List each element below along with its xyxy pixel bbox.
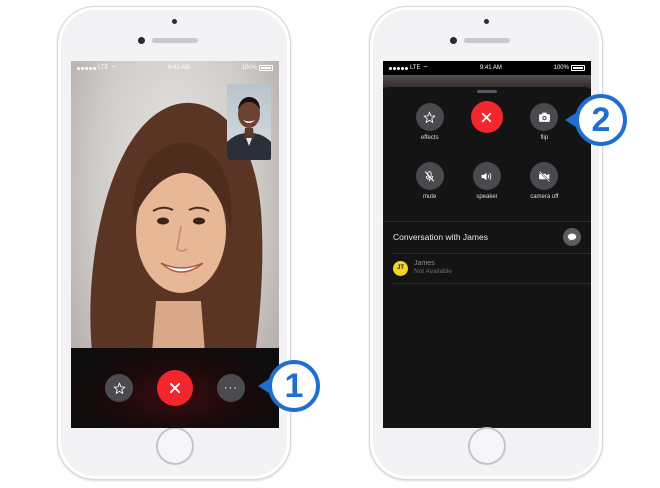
home-button[interactable] bbox=[156, 427, 194, 465]
phone-right: LTE ⌔ 9:41 AM 100% effects flip mute spe… bbox=[369, 6, 603, 480]
callout-badge-1: 1 bbox=[258, 360, 320, 412]
flip-camera-button[interactable] bbox=[530, 103, 559, 131]
avatar: JT bbox=[393, 260, 408, 276]
flip-label: flip bbox=[540, 135, 549, 141]
star-effects-icon bbox=[113, 382, 125, 394]
wifi-icon: ⌔ bbox=[422, 66, 429, 72]
camera-off-icon bbox=[538, 170, 550, 182]
conversation-title: Conversation with James bbox=[393, 232, 488, 242]
status-bar: LTE ⌔ 9:41 AM 100% bbox=[71, 61, 279, 75]
call-controls: ··· bbox=[71, 348, 279, 428]
signal-strength-icon bbox=[389, 66, 408, 70]
more-button[interactable]: ··· bbox=[217, 374, 245, 402]
camera-flip-icon bbox=[538, 112, 550, 122]
speaker-control: speaker bbox=[458, 162, 515, 221]
effects-button[interactable] bbox=[415, 103, 444, 131]
callout-badge-2: 2 bbox=[565, 94, 627, 146]
sensor-dot bbox=[172, 19, 177, 24]
camera-off-button[interactable] bbox=[530, 162, 559, 190]
battery-percent: 100% bbox=[241, 65, 257, 71]
end-call-button[interactable] bbox=[470, 101, 503, 133]
wifi-icon: ⌔ bbox=[110, 66, 117, 72]
camera-off-label: camera off bbox=[530, 194, 559, 200]
more-dots-icon: ··· bbox=[224, 381, 238, 394]
end-call-button[interactable] bbox=[157, 370, 193, 406]
mute-control: mute bbox=[401, 162, 458, 221]
self-view-pip[interactable] bbox=[227, 84, 271, 160]
earpiece-speaker bbox=[464, 38, 510, 43]
divider bbox=[383, 221, 591, 222]
clock: 9:41 AM bbox=[479, 65, 502, 71]
carrier-label: LTE bbox=[410, 65, 421, 71]
effects-label: effects bbox=[420, 135, 439, 141]
video-call-screen: LTE ⌔ 9:41 AM 100% ··· bbox=[71, 61, 279, 428]
star-effects-icon bbox=[423, 111, 436, 123]
self-view-image bbox=[227, 97, 271, 160]
mute-button[interactable] bbox=[415, 162, 444, 190]
expanded-controls-screen: LTE ⌔ 9:41 AM 100% effects flip mute spe… bbox=[383, 61, 591, 428]
conversation-row: Conversation with James bbox=[383, 223, 591, 251]
contact-row[interactable]: JT James Not Available bbox=[383, 255, 591, 281]
control-grid: effects flip mute speaker camera off bbox=[383, 101, 591, 221]
close-x-icon bbox=[482, 112, 492, 122]
speaker-button[interactable] bbox=[472, 162, 501, 190]
contact-status: Not Available bbox=[414, 268, 452, 276]
close-x-icon bbox=[169, 382, 181, 394]
mute-mic-icon bbox=[424, 170, 435, 182]
effects-button[interactable] bbox=[105, 374, 133, 402]
speaker-label: speaker bbox=[476, 194, 498, 200]
clock: 9:41 AM bbox=[167, 65, 190, 71]
battery-icon bbox=[570, 65, 585, 71]
battery-icon bbox=[258, 65, 273, 71]
speaker-icon bbox=[482, 172, 492, 180]
earpiece-speaker bbox=[152, 38, 198, 43]
divider bbox=[393, 253, 591, 254]
sensor-dot bbox=[484, 19, 489, 24]
home-button[interactable] bbox=[468, 427, 506, 465]
message-button[interactable] bbox=[563, 228, 581, 246]
camera-off-control: camera off bbox=[516, 162, 573, 221]
carrier-label: LTE bbox=[98, 65, 109, 71]
status-bar: LTE ⌔ 9:41 AM 100% bbox=[383, 61, 591, 75]
effects-control: effects bbox=[401, 103, 458, 162]
battery-percent: 100% bbox=[553, 65, 569, 71]
divider bbox=[393, 283, 591, 284]
controls-sheet: effects flip mute speaker camera off Con… bbox=[383, 87, 591, 428]
signal-strength-icon bbox=[77, 66, 96, 70]
contact-name: James bbox=[414, 260, 435, 268]
front-camera bbox=[138, 37, 145, 44]
sheet-grabber-handle[interactable] bbox=[477, 90, 497, 93]
mute-label: mute bbox=[422, 194, 437, 200]
front-camera bbox=[450, 37, 457, 44]
message-bubble-icon bbox=[567, 233, 577, 241]
phone-left: LTE ⌔ 9:41 AM 100% ··· bbox=[57, 6, 291, 480]
end-call-control bbox=[458, 101, 515, 162]
